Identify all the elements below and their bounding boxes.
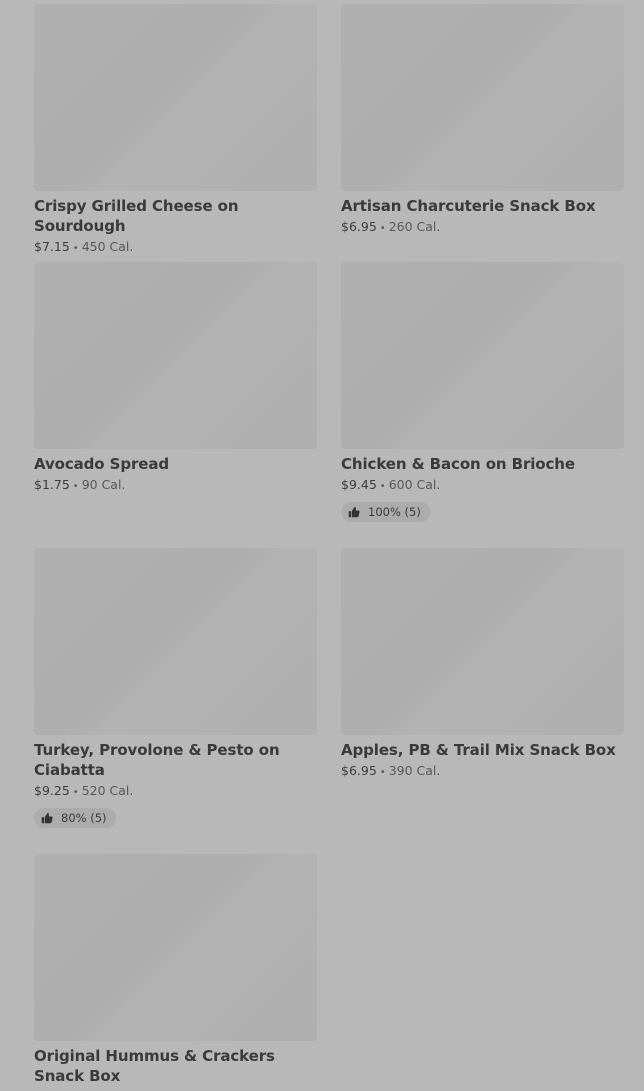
menu-item-meta: $9.45 • 600 Cal. (341, 477, 624, 495)
menu-item-image[interactable] (341, 4, 624, 191)
menu-item-grid: Crispy Grilled Cheese on Sourdough $7.15… (0, 0, 644, 1091)
menu-item-calories: 450 Cal. (81, 239, 134, 254)
menu-item-image[interactable] (341, 548, 624, 735)
menu-item-price: $1.75 (34, 477, 70, 492)
menu-item-price: $6.95 (341, 219, 377, 234)
thumbs-up-icon (41, 812, 53, 824)
menu-item-price: $9.45 (341, 477, 377, 492)
meta-separator: • (72, 243, 79, 254)
menu-item-card[interactable]: Turkey, Provolone & Pesto on Ciabatta $9… (34, 548, 317, 828)
menu-item-name: Original Hummus & Crackers Snack Box (34, 1047, 275, 1085)
menu-item-card[interactable]: Artisan Charcuterie Snack Box $6.95 • 260 … (341, 4, 624, 237)
menu-item-image[interactable] (34, 854, 317, 1041)
menu-item-price: $9.25 (34, 783, 70, 798)
meta-separator: • (379, 223, 386, 234)
meta-separator: • (379, 767, 386, 778)
menu-item-meta: $1.75 • 90 Cal. (34, 477, 317, 495)
rating-value: 80% (5) (61, 811, 107, 825)
menu-item-price: $6.95 (341, 763, 377, 778)
meta-separator: • (72, 787, 79, 798)
menu-item-image[interactable] (34, 548, 317, 735)
menu-item-meta: $6.95 • 390 Cal. (341, 763, 624, 781)
menu-item-card[interactable]: Avocado Spread $1.75 • 90 Cal. (34, 262, 317, 495)
menu-item-card[interactable]: Apples, PB & Trail Mix Snack Box $6.95 • 3… (341, 548, 624, 781)
menu-item-name: Crispy Grilled Cheese on Sourdough (34, 197, 239, 235)
menu-item-calories: 260 Cal. (388, 219, 441, 234)
menu-item-calories: 390 Cal. (388, 763, 441, 778)
menu-item-card[interactable]: Original Hummus & Crackers Snack Box (34, 854, 317, 1086)
menu-item-name: Artisan Charcuterie Snack Box (341, 197, 596, 215)
menu-item-card[interactable]: Chicken & Bacon on Brioche $9.45 • 600 Cal… (341, 262, 624, 522)
menu-item-meta: $7.15 • 450 Cal. (34, 239, 317, 257)
thumbs-up-icon (348, 506, 360, 518)
menu-item-name: Avocado Spread (34, 455, 170, 473)
menu-item-name: Apples, PB & Trail Mix Snack Box (341, 741, 616, 759)
menu-item-name: Turkey, Provolone & Pesto on Ciabatta (34, 741, 280, 779)
menu-item-meta: $9.25 • 520 Cal. (34, 783, 317, 801)
menu-item-card[interactable]: Crispy Grilled Cheese on Sourdough $7.15… (34, 4, 317, 257)
menu-item-name: Chicken & Bacon on Brioche (341, 455, 575, 473)
menu-item-image[interactable] (341, 262, 624, 449)
meta-separator: • (379, 481, 386, 492)
menu-item-calories: 90 Cal. (81, 477, 126, 492)
menu-item-calories: 520 Cal. (81, 783, 134, 798)
rating-value: 100% (5) (368, 505, 421, 519)
rating-badge: 100% (5) (341, 502, 430, 522)
rating-badge: 80% (5) (34, 808, 116, 828)
menu-item-price: $7.15 (34, 239, 70, 254)
meta-separator: • (72, 481, 79, 492)
menu-item-calories: 600 Cal. (388, 477, 441, 492)
menu-item-image[interactable] (34, 262, 317, 449)
menu-item-image[interactable] (34, 4, 317, 191)
menu-item-meta: $6.95 • 260 Cal. (341, 219, 624, 237)
